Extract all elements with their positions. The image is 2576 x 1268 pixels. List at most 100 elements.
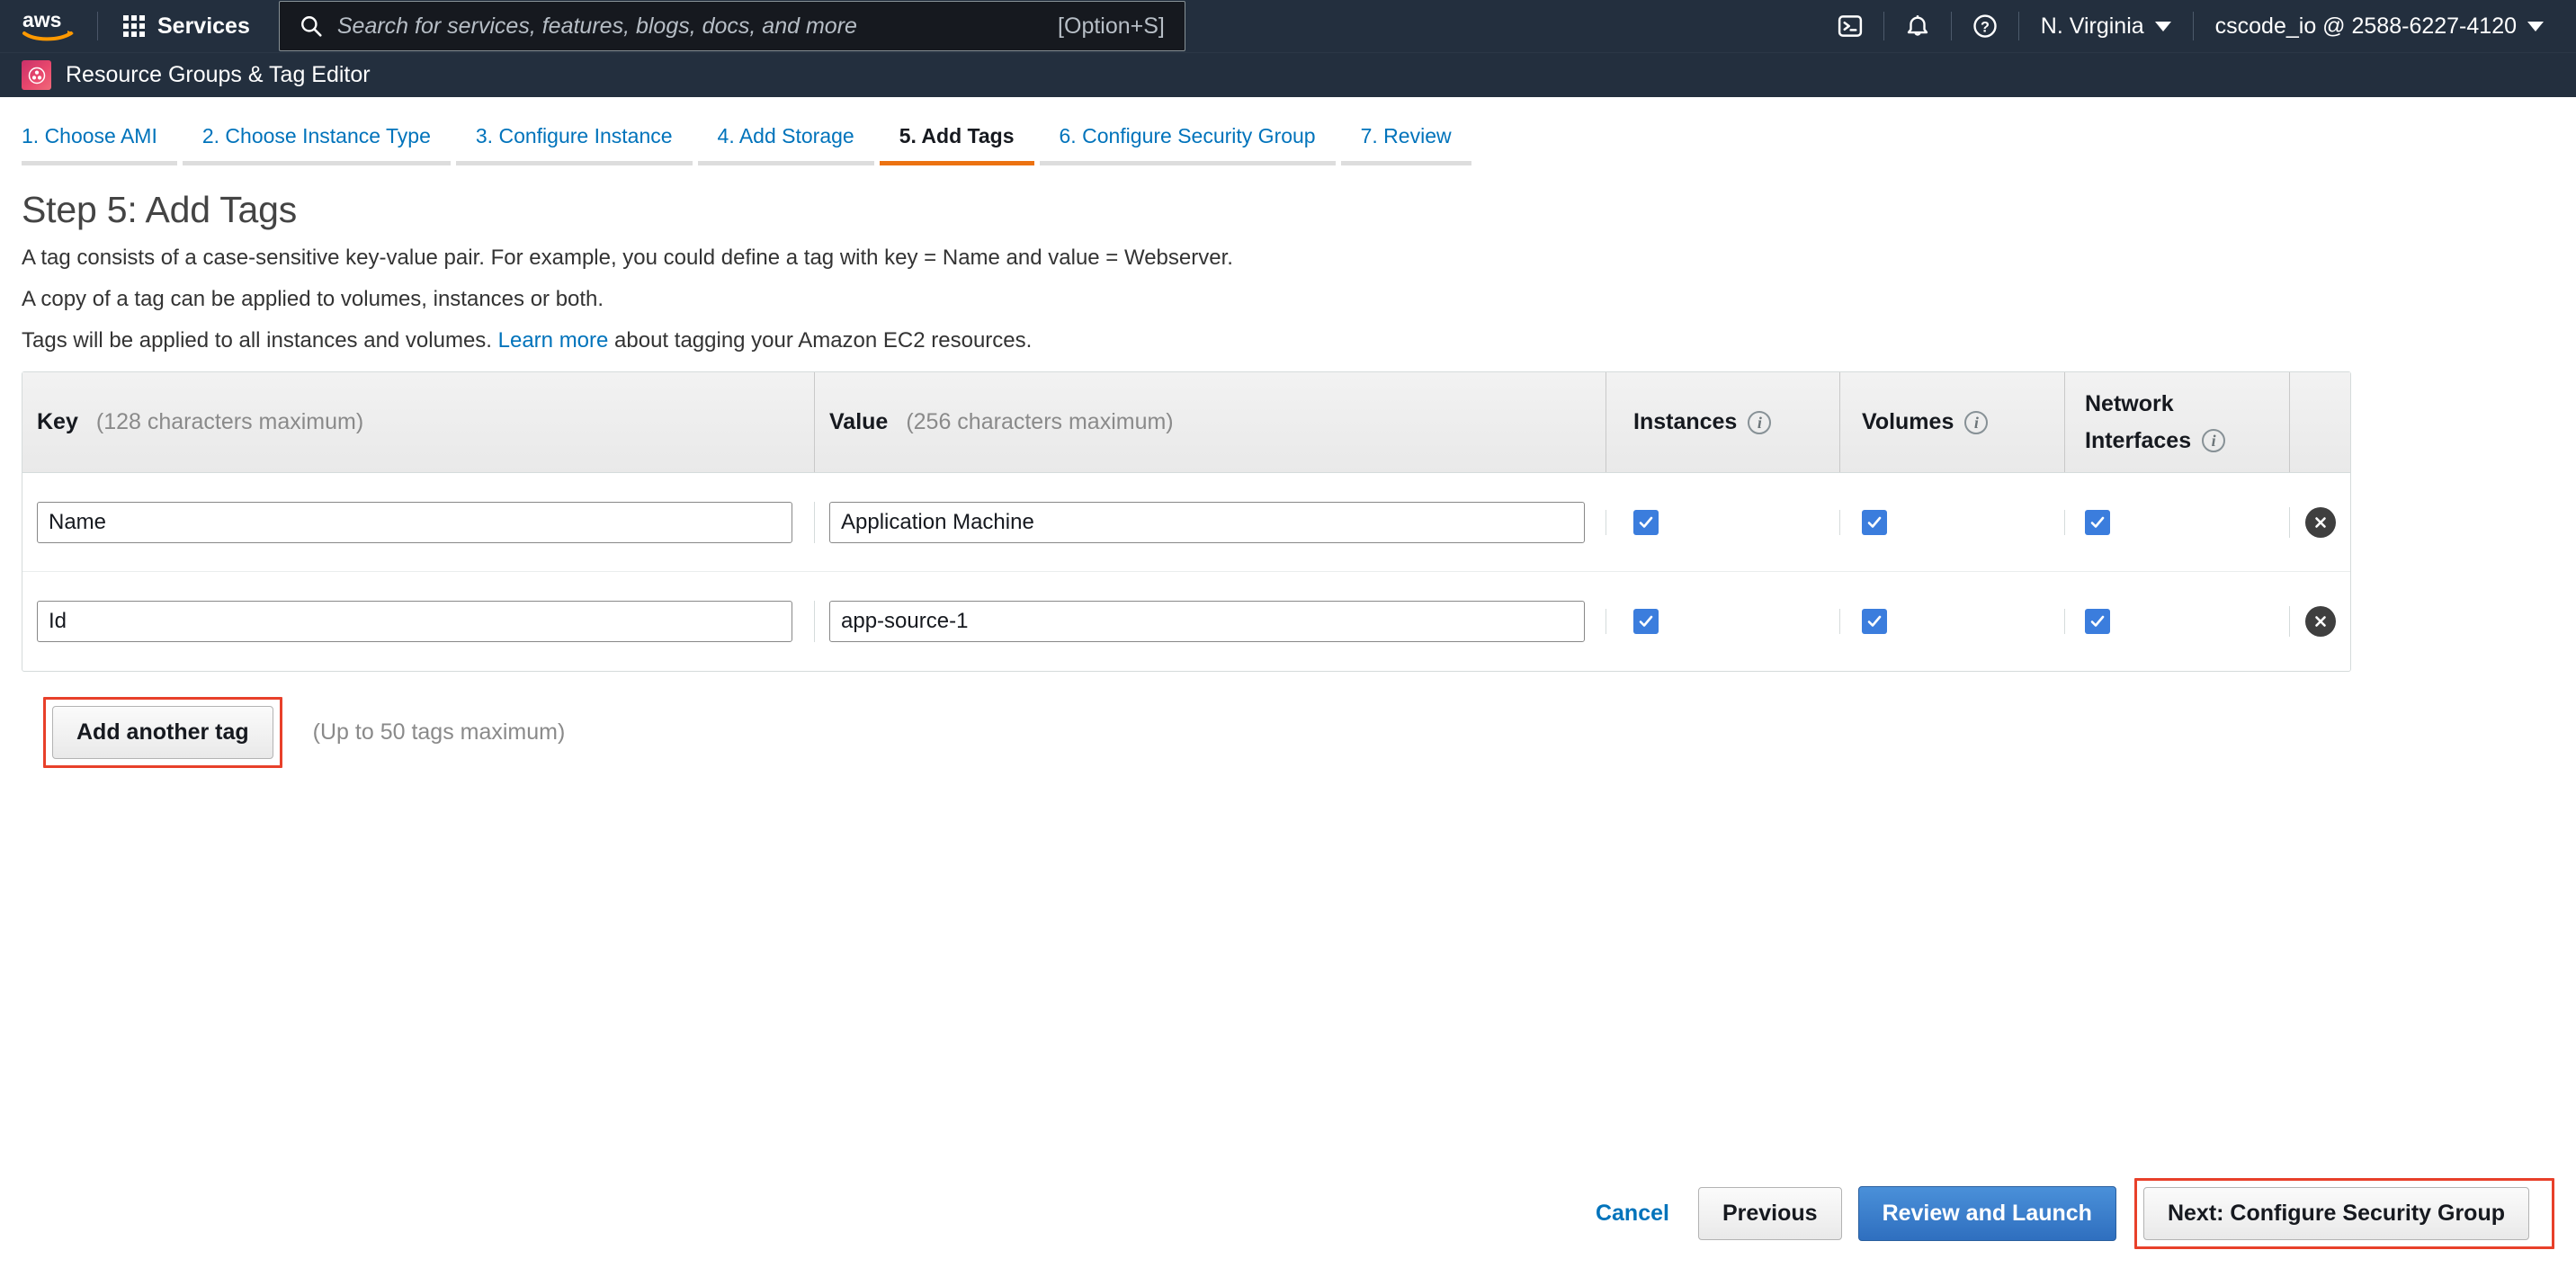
- description-line-3-pre: Tags will be applied to all instances an…: [22, 328, 498, 353]
- bell-icon[interactable]: [1890, 0, 1945, 52]
- region-label: N. Virginia: [2040, 13, 2144, 39]
- instances-checkbox-1[interactable]: [1633, 609, 1659, 634]
- aws-logo[interactable]: aws: [20, 8, 79, 44]
- resource-groups-link[interactable]: Resource Groups & Tag Editor: [66, 62, 371, 88]
- tag-key-input-1[interactable]: [37, 601, 792, 642]
- column-header-network-interfaces: Network Interfaces i: [2064, 372, 2289, 472]
- account-menu[interactable]: cscode_io @ 2588-6227-4120: [2199, 0, 2560, 52]
- table-row: [22, 473, 2350, 572]
- volumes-header: Volumes i: [1862, 409, 1989, 435]
- volumes-checkbox-1[interactable]: [1862, 609, 1887, 634]
- tags-table-header: Key (128 characters maximum) Value (256 …: [22, 372, 2350, 473]
- nav-divider: [2017, 12, 2019, 40]
- value-label: Value: [829, 409, 889, 434]
- volumes-checkbox-0[interactable]: [1862, 509, 1887, 535]
- nav-divider: [1950, 12, 1952, 40]
- add-tag-highlight: Add another tag: [43, 697, 282, 768]
- main-content: Step 5: Add Tags A tag consists of a cas…: [0, 189, 2576, 768]
- table-row: [22, 572, 2350, 671]
- network-label-line1: Network: [2085, 390, 2174, 416]
- search-shortcut-hint: [Option+S]: [1058, 13, 1165, 39]
- chevron-down-icon: [2154, 21, 2171, 31]
- tag-value-cell: [814, 601, 1606, 642]
- column-header-actions: [2289, 372, 2350, 472]
- instances-checkbox-cell: [1606, 609, 1839, 634]
- tag-key-input-0[interactable]: [37, 501, 792, 543]
- chevron-down-icon: [2527, 21, 2544, 31]
- previous-button[interactable]: Previous: [1697, 1186, 1842, 1240]
- nav-divider: [97, 12, 98, 40]
- tags-table: Key (128 characters maximum) Value (256 …: [22, 371, 2351, 672]
- wizard-step-5[interactable]: 5. Add Tags: [879, 121, 1034, 165]
- page-title: Step 5: Add Tags: [22, 189, 298, 230]
- help-icon[interactable]: ?: [1957, 0, 2013, 52]
- cancel-button[interactable]: Cancel: [1596, 1201, 1669, 1227]
- tag-value-input-0[interactable]: [829, 501, 1585, 543]
- network-interfaces-checkbox-cell: [2064, 609, 2289, 634]
- network-interfaces-checkbox-cell: [2064, 509, 2289, 535]
- remove-tag-icon-1[interactable]: [2304, 606, 2336, 637]
- instances-header: Instances i: [1633, 409, 1772, 435]
- column-header-value: Value (256 characters maximum): [814, 372, 1606, 472]
- delete-tag-cell: [2289, 606, 2350, 637]
- wizard-step-6[interactable]: 6. Configure Security Group: [1039, 121, 1336, 165]
- global-navigation-bar: aws Services Search for services, featur…: [0, 0, 2576, 52]
- wizard-step-3[interactable]: 3. Configure Instance: [455, 121, 693, 165]
- wizard-step-4[interactable]: 4. Add Storage: [697, 121, 874, 165]
- add-another-tag-button[interactable]: Add another tag: [52, 706, 273, 759]
- description-line-3-post: about tagging your Amazon EC2 resources.: [608, 328, 1033, 353]
- column-header-instances: Instances i: [1606, 372, 1839, 472]
- add-tag-row: Add another tag (Up to 50 tags maximum): [22, 697, 2554, 768]
- learn-more-link[interactable]: Learn more: [498, 328, 609, 353]
- value-hint: (256 characters maximum): [906, 409, 1174, 434]
- instances-checkbox-cell: [1606, 509, 1839, 535]
- tag-value-cell: [814, 501, 1606, 543]
- network-interfaces-header: Network Interfaces i: [2085, 391, 2274, 454]
- wizard-footer: Cancel Previous Review and Launch Next: …: [0, 1158, 2576, 1268]
- global-nav-right-cluster: ? N. Virginia cscode_io @ 2588-6227-4120: [1822, 0, 2560, 52]
- remove-tag-icon-0[interactable]: [2304, 506, 2336, 538]
- nav-divider: [2192, 12, 2194, 40]
- grid-icon: [123, 15, 145, 37]
- info-icon[interactable]: i: [2202, 428, 2226, 452]
- info-icon[interactable]: i: [1964, 410, 1989, 434]
- wizard-step-2[interactable]: 2. Choose Instance Type: [182, 121, 451, 165]
- region-selector[interactable]: N. Virginia: [2025, 0, 2187, 52]
- services-menu-button[interactable]: Services: [116, 8, 257, 45]
- network-interfaces-checkbox-0[interactable]: [2085, 509, 2110, 535]
- key-hint: (128 characters maximum): [95, 409, 364, 434]
- key-label: Key: [37, 409, 78, 434]
- svg-text:?: ?: [1981, 19, 1990, 35]
- next-button-highlight: Next: Configure Security Group: [2133, 1177, 2554, 1249]
- tag-key-cell: [22, 501, 814, 543]
- description-line-1: A tag consists of a case-sensitive key-v…: [22, 246, 1233, 270]
- instances-label: Instances: [1633, 409, 1738, 434]
- volumes-checkbox-cell: [1839, 609, 2064, 634]
- column-header-key: Key (128 characters maximum): [22, 372, 814, 472]
- account-label: cscode_io @ 2588-6227-4120: [2214, 13, 2517, 39]
- nav-divider: [1883, 12, 1884, 40]
- delete-tag-cell: [2289, 506, 2350, 538]
- secondary-navigation-bar: Resource Groups & Tag Editor: [0, 52, 2576, 97]
- resource-groups-icon: [22, 60, 51, 90]
- column-header-volumes: Volumes i: [1839, 372, 2064, 472]
- svg-text:aws: aws: [22, 9, 61, 31]
- tag-value-input-1[interactable]: [829, 601, 1585, 642]
- wizard-step-1[interactable]: 1. Choose AMI: [22, 121, 177, 165]
- network-label-line2: Interfaces: [2085, 427, 2192, 453]
- search-icon: [300, 14, 323, 38]
- next-configure-security-group-button[interactable]: Next: Configure Security Group: [2142, 1186, 2529, 1240]
- global-search-bar[interactable]: Search for services, features, blogs, do…: [278, 1, 1185, 51]
- instances-checkbox-0[interactable]: [1633, 509, 1659, 535]
- review-and-launch-button[interactable]: Review and Launch: [1857, 1185, 2116, 1241]
- network-interfaces-checkbox-1[interactable]: [2085, 609, 2110, 634]
- wizard-step-7[interactable]: 7. Review: [1340, 121, 1471, 165]
- info-icon[interactable]: i: [1748, 410, 1772, 434]
- tag-key-cell: [22, 601, 814, 642]
- services-label: Services: [157, 13, 250, 39]
- description-line-2: A copy of a tag can be applied to volume…: [22, 287, 604, 311]
- wizard-step-tabs: 1. Choose AMI 2. Choose Instance Type 3.…: [0, 97, 2576, 165]
- description-line-3: Tags will be applied to all instances an…: [22, 330, 2554, 352]
- cloudshell-icon[interactable]: [1822, 0, 1878, 52]
- search-input[interactable]: Search for services, features, blogs, do…: [337, 13, 1058, 40]
